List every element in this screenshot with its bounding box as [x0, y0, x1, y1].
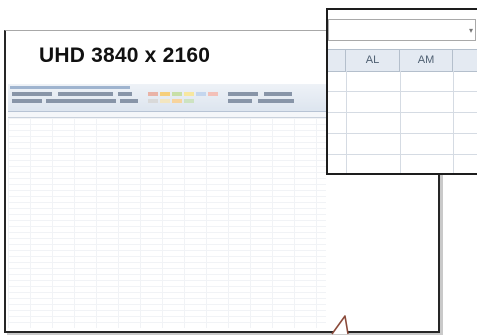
column-header-partial: [453, 50, 477, 71]
spreadsheet-ribbon: [8, 84, 326, 112]
name-box[interactable]: ▾: [328, 19, 476, 41]
cell-grid[interactable]: [328, 71, 477, 173]
ribbon-tabs: [10, 86, 130, 89]
column-header-al[interactable]: AL: [346, 50, 400, 71]
dropdown-caret-icon: ▾: [468, 26, 473, 35]
gridline: [328, 133, 477, 134]
column-header-am[interactable]: AM: [400, 50, 453, 71]
row-header-corner: [328, 50, 346, 71]
style-swatch: [208, 92, 218, 96]
gridline: [328, 91, 477, 92]
gridline: [328, 154, 477, 155]
worksheet-grid: [8, 118, 326, 328]
gridline: [346, 71, 347, 173]
style-swatch: [148, 92, 158, 96]
ribbon-row: [258, 99, 294, 103]
callout-pointer-icon: [331, 315, 349, 335]
ribbon-row: [118, 92, 132, 96]
style-swatch: [160, 99, 170, 103]
ribbon-row: [228, 99, 252, 103]
ribbon-row: [120, 99, 138, 103]
style-swatch: [172, 92, 182, 96]
gridline: [400, 71, 401, 173]
gridline: [453, 71, 454, 173]
gridline: [328, 112, 477, 113]
ribbon-row: [264, 92, 292, 96]
ribbon-row: [12, 92, 52, 96]
ribbon-row: [228, 92, 258, 96]
ribbon-row: [58, 92, 113, 96]
style-swatch: [160, 92, 170, 96]
ribbon-row: [12, 99, 42, 103]
resolution-label: UHD 3840 x 2160: [37, 44, 213, 68]
style-swatch: [148, 99, 158, 103]
column-header-row: AL AM: [328, 49, 477, 72]
zoom-inset: ▾ AL AM: [326, 8, 477, 175]
ribbon-row: [46, 99, 116, 103]
style-swatch: [196, 92, 206, 96]
style-swatch: [184, 92, 194, 96]
style-swatch: [184, 99, 194, 103]
style-swatch: [172, 99, 182, 103]
